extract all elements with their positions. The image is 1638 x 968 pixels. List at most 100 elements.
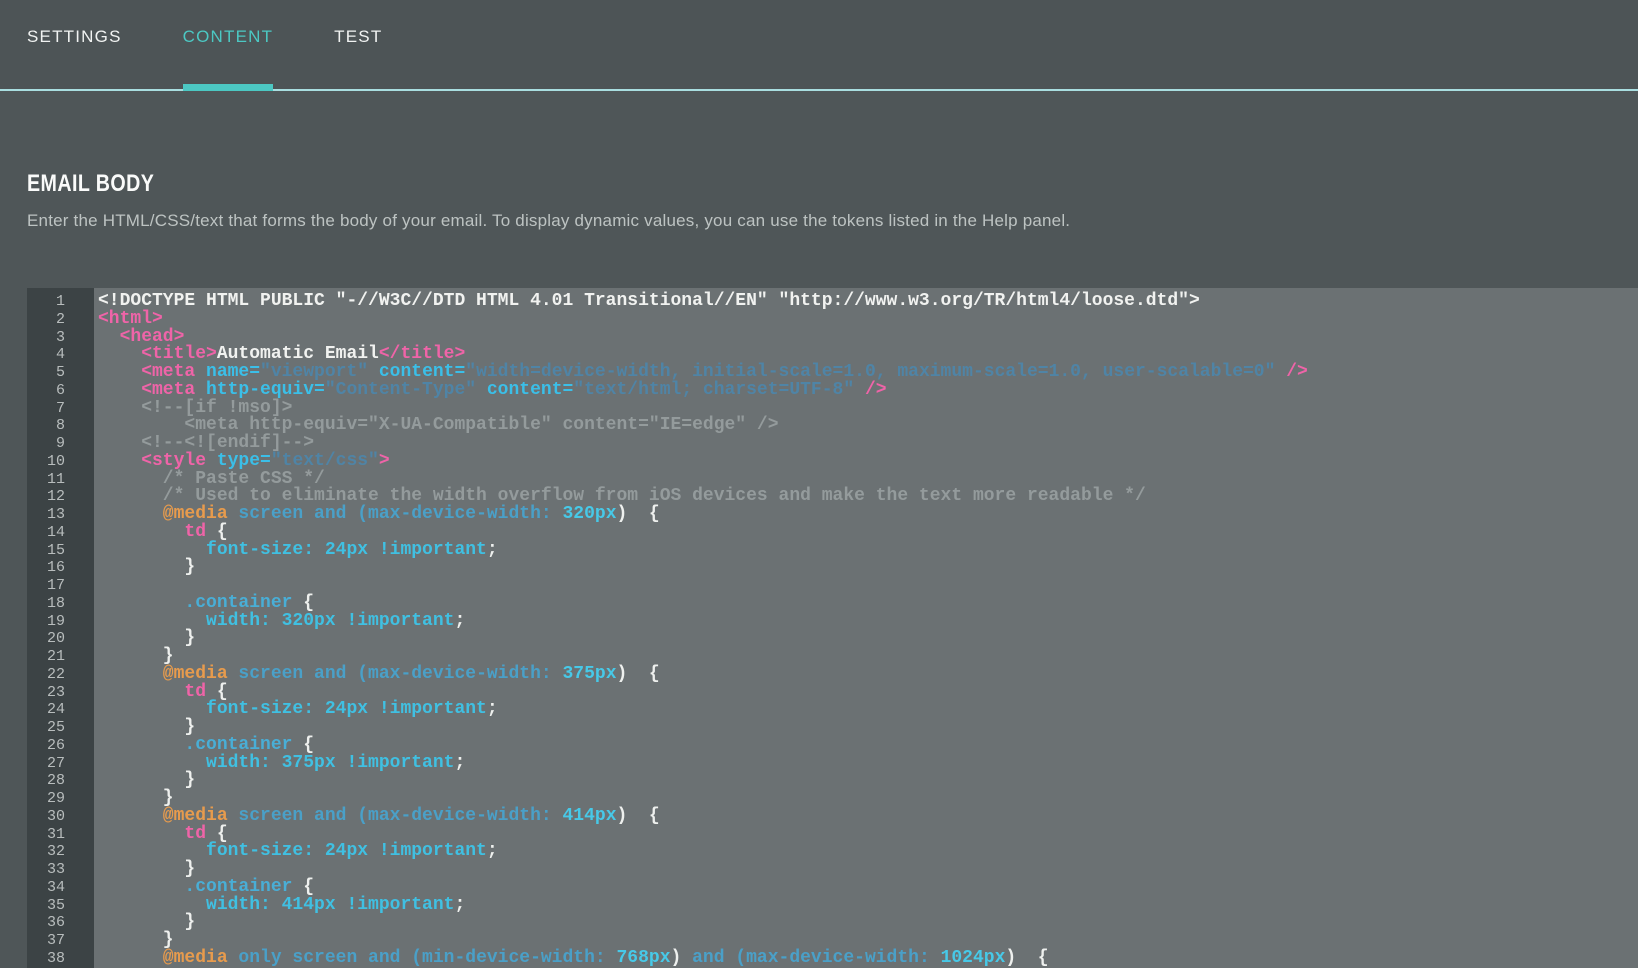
code-token: screen and (max-device-width:: [227, 663, 552, 684]
code-line[interactable]: font-size: 24px !important;: [98, 699, 1638, 720]
code-line[interactable]: @media screen and (max-device-width: 320…: [98, 504, 1638, 524]
code-token: ) {: [1005, 947, 1049, 968]
code-line[interactable]: [98, 577, 1638, 595]
email-body-section: EMAIL BODY Enter the HTML/CSS/text that …: [0, 91, 1638, 231]
line-number: 6: [55, 381, 65, 399]
line-number: 4: [55, 346, 65, 364]
code-line[interactable]: }: [98, 557, 1638, 578]
code-line[interactable]: }: [98, 913, 1638, 932]
tab-bar: SETTINGS CONTENT TEST: [0, 0, 1638, 91]
code-line[interactable]: }: [98, 718, 1638, 737]
line-number: 5: [55, 364, 65, 381]
line-number: 22: [46, 665, 65, 683]
section-title: EMAIL BODY: [27, 170, 155, 197]
code-line[interactable]: }: [98, 860, 1638, 879]
line-number: 32: [46, 843, 65, 861]
code-token: screen and (max-device-width:: [227, 805, 552, 826]
code-line[interactable]: font-size: 24px !important;: [98, 841, 1638, 862]
line-number: 1: [55, 293, 65, 310]
code-token: 768px: [605, 947, 671, 968]
code-token: ;: [454, 752, 466, 773]
tab-test[interactable]: TEST: [334, 0, 382, 89]
code-token: "text/html; charset=UTF-8": [573, 379, 855, 400]
code-line[interactable]: }: [98, 629, 1638, 648]
code-token: <!DOCTYPE HTML PUBLIC "-//W3C//DTD HTML …: [98, 291, 1200, 311]
line-number: 35: [46, 896, 65, 914]
code-line[interactable]: <html>: [98, 310, 1638, 329]
code-token: />: [1275, 362, 1308, 382]
tab-test-label: TEST: [334, 26, 383, 46]
line-number: 16: [46, 559, 65, 577]
line-number: 7: [55, 399, 65, 417]
code-token: and (max-device-width:: [681, 947, 930, 968]
line-number: 23: [46, 683, 65, 701]
line-number: 30: [46, 807, 65, 825]
code-token: @media: [98, 947, 228, 968]
code-line[interactable]: @media only screen and (min-device-width…: [98, 947, 1638, 968]
tab-settings[interactable]: SETTINGS: [27, 0, 122, 89]
line-number: 17: [46, 577, 65, 594]
code-token: ;: [486, 539, 498, 560]
code-editor[interactable]: 1 2 3 4 5 6 7 8 9 10 11 12 13 14 15 16 17 18 19 20 21 22 23 24 2…: [27, 288, 1638, 968]
line-number: 29: [46, 790, 65, 807]
line-number: 31: [46, 825, 65, 843]
code-token: 375px: [551, 663, 617, 684]
line-number: 19: [46, 612, 65, 630]
code-line[interactable]: <style type="text/css">: [98, 450, 1638, 471]
line-number: 34: [46, 878, 65, 896]
line-number: 20: [46, 630, 65, 648]
code-token: ) {: [616, 504, 660, 524]
line-number: 21: [46, 648, 65, 665]
code-token: />: [854, 379, 887, 400]
code-token: ): [670, 947, 682, 968]
line-number: 8: [55, 417, 65, 435]
line-number: 10: [46, 452, 65, 470]
tab-content[interactable]: CONTENT: [182, 0, 274, 91]
editor-gutter: 1 2 3 4 5 6 7 8 9 10 11 12 13 14 15 16 17 18 19 20 21 22 23 24 2…: [27, 288, 94, 968]
code-token: "Content-Type": [324, 379, 477, 400]
code-token: screen and (max-device-width:: [227, 504, 552, 524]
code-token: ) {: [616, 663, 660, 684]
code-token: ) {: [616, 805, 660, 826]
code-token: ;: [454, 894, 466, 915]
code-token: }: [98, 557, 196, 578]
code-line[interactable]: <!DOCTYPE HTML PUBLIC "-//W3C//DTD HTML …: [98, 291, 1638, 311]
code-line[interactable]: <meta http-equiv="X-UA-Compatible" conte…: [98, 416, 1638, 435]
line-number: 33: [46, 861, 65, 878]
code-token: ;: [454, 610, 466, 631]
code-token: ;: [486, 699, 498, 720]
section-description: Enter the HTML/CSS/text that forms the b…: [27, 211, 1071, 230]
code-line[interactable]: width: 375px !important;: [98, 752, 1638, 773]
tab-content-label: CONTENT: [182, 26, 274, 46]
code-line[interactable]: <meta http-equiv="Content-Type" content=…: [98, 379, 1638, 400]
line-number: 12: [46, 488, 65, 506]
code-line[interactable]: }: [98, 771, 1638, 790]
line-number: 14: [46, 523, 65, 541]
tab-settings-label: SETTINGS: [27, 26, 122, 46]
code-token: 320px: [551, 504, 617, 524]
line-number: 36: [46, 914, 65, 932]
code-line[interactable]: font-size: 24px !important;: [98, 539, 1638, 560]
line-number: 2: [55, 310, 65, 328]
line-number: 27: [46, 754, 65, 772]
code-token: >: [378, 450, 390, 471]
code-line[interactable]: @media screen and (max-device-width: 375…: [98, 663, 1638, 684]
line-number: 15: [46, 541, 65, 559]
line-number: 24: [46, 701, 65, 719]
code-line[interactable]: width: 414px !important;: [98, 894, 1638, 915]
line-number: 13: [46, 506, 65, 523]
line-number: 25: [46, 719, 65, 736]
code-token: 1024px: [929, 947, 1006, 968]
code-token: 414px: [551, 805, 617, 826]
line-number: 26: [46, 736, 65, 754]
line-number: 3: [55, 328, 65, 346]
code-line[interactable]: @media screen and (max-device-width: 414…: [98, 805, 1638, 826]
editor-code-area[interactable]: <!DOCTYPE HTML PUBLIC "-//W3C//DTD HTML …: [94, 288, 1638, 968]
code-line[interactable]: width: 320px !important;: [98, 610, 1638, 631]
line-number: 11: [46, 470, 65, 488]
code-token: content=: [476, 379, 574, 400]
code-token: only screen and (min-device-width:: [227, 947, 606, 968]
code-token: ;: [486, 841, 498, 862]
line-number: 9: [55, 435, 65, 452]
line-number: 38: [46, 949, 65, 967]
